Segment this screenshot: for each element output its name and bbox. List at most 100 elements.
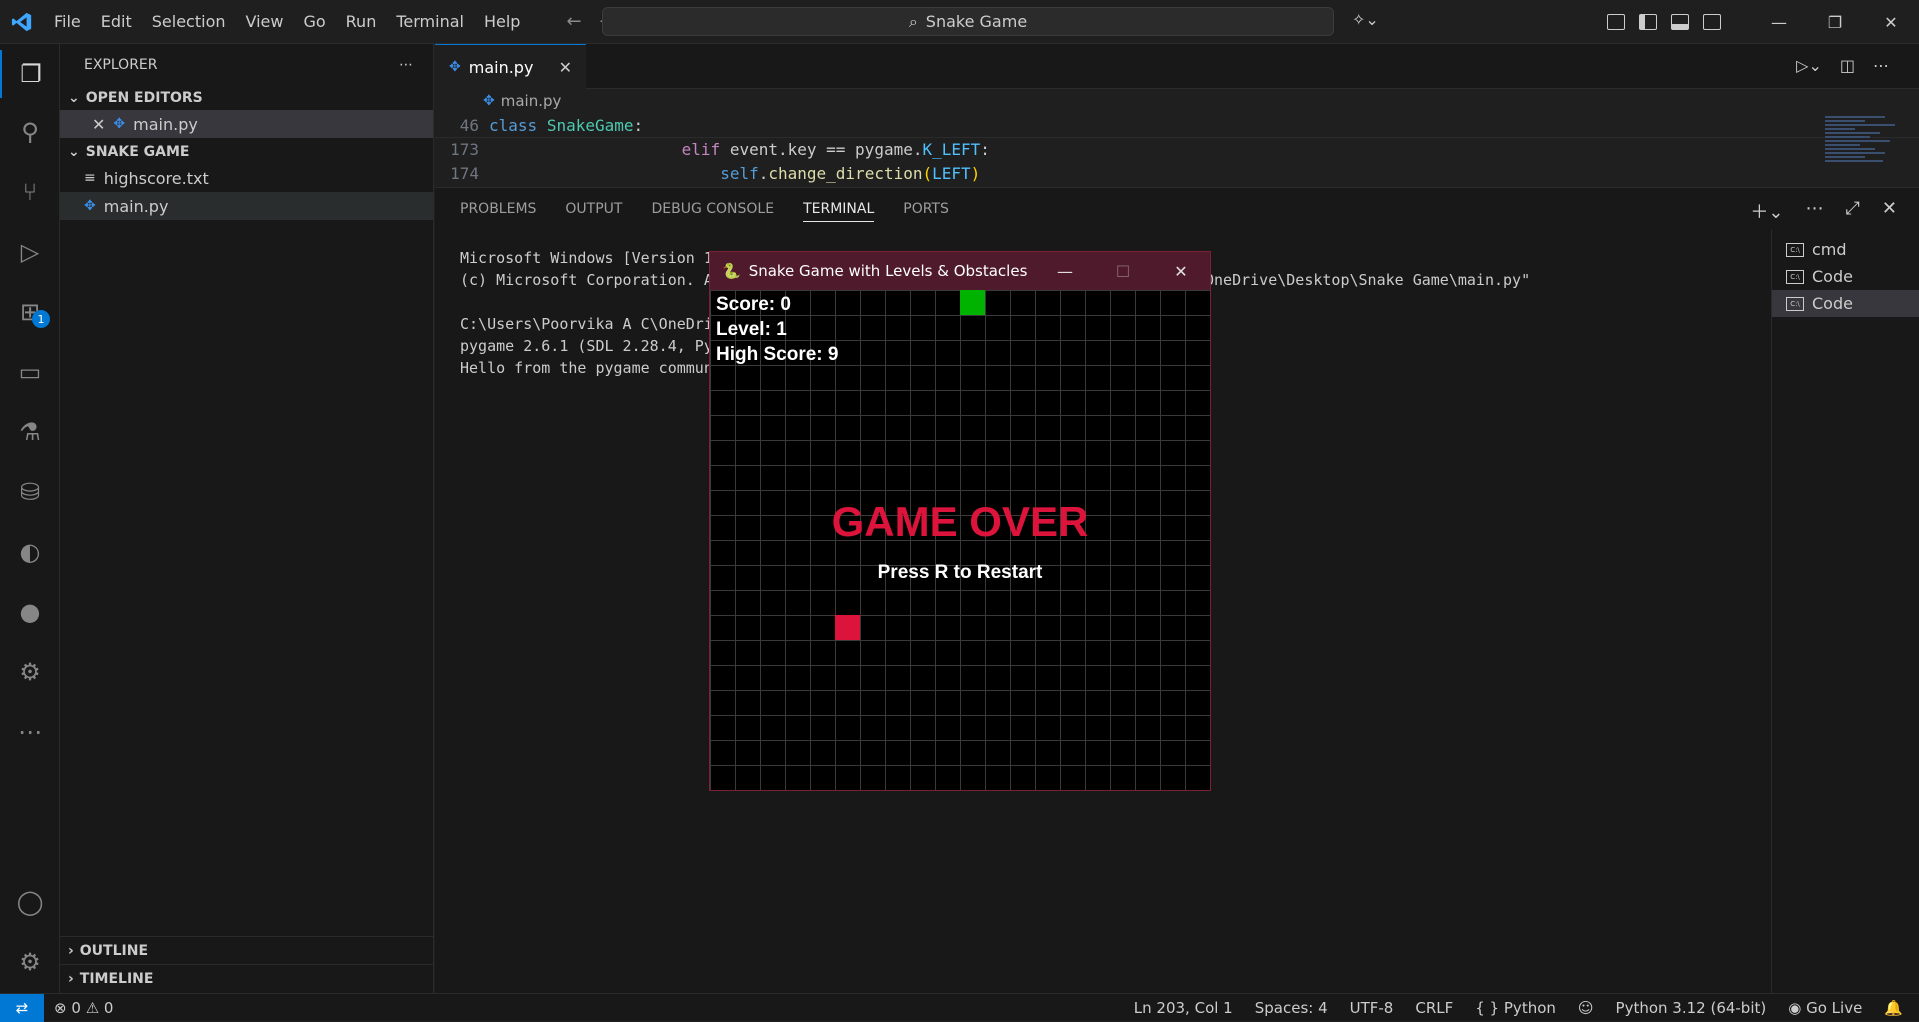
encoding[interactable]: UTF-8: [1350, 999, 1394, 1017]
pygame-maximize-button: ☐: [1115, 261, 1131, 281]
run-file-icon[interactable]: ▷⌄: [1796, 56, 1822, 75]
terminal-item-cmd[interactable]: C:\ cmd: [1772, 236, 1919, 263]
language-label: Python: [1503, 998, 1556, 1017]
more-actions-icon[interactable]: ⋯: [1806, 198, 1824, 224]
file-item-main[interactable]: ✥ main.py: [60, 192, 433, 220]
line-ending[interactable]: CRLF: [1415, 999, 1453, 1017]
toggle-secondary-sidebar-icon[interactable]: [1703, 14, 1721, 30]
menu-help[interactable]: Help: [474, 12, 530, 31]
terminal-icon: C:\: [1786, 296, 1804, 311]
close-panel-icon[interactable]: ✕: [1882, 198, 1897, 224]
go-live-button[interactable]: ◉ Go Live: [1788, 999, 1862, 1017]
more-actions-icon[interactable]: ⋯: [1873, 56, 1889, 75]
run-debug-icon[interactable]: ▷: [0, 228, 60, 276]
edge-devtools-icon[interactable]: ◐: [0, 528, 60, 576]
close-icon[interactable]: ✕: [92, 115, 105, 134]
terminal-item-code-active[interactable]: C:\ Code: [1772, 290, 1919, 317]
tab-terminal[interactable]: TERMINAL: [803, 201, 875, 222]
back-arrow-icon[interactable]: ←: [566, 11, 581, 32]
menu-edit[interactable]: Edit: [91, 12, 142, 31]
pygame-window[interactable]: 🐍 Snake Game with Levels & Obstacles — ☐…: [709, 251, 1211, 791]
game-over-text: GAME OVER: [831, 498, 1089, 545]
close-tab-icon[interactable]: ✕: [559, 58, 572, 77]
open-editor-label: main.py: [133, 114, 198, 134]
toggle-panel-icon[interactable]: [1671, 14, 1689, 30]
outline-section[interactable]: › OUTLINE: [60, 936, 434, 964]
vscode-logo-icon: [0, 0, 44, 44]
file-item-highscore[interactable]: ≡ highscore.txt: [60, 164, 433, 192]
game-canvas[interactable]: Score: 0 Level: 1 High Score: 9 GAME OVE…: [710, 290, 1210, 790]
level-label: Level: 1: [716, 319, 787, 340]
extensions-icon[interactable]: ⊞ 1: [0, 288, 60, 336]
copilot-status-icon[interactable]: ☺: [1578, 999, 1594, 1017]
folder-header[interactable]: ⌄ SNAKE GAME: [60, 140, 433, 164]
code-view[interactable]: 46 class SnakeGame: 173 elif event.key =…: [435, 113, 1919, 185]
menu-view[interactable]: View: [236, 12, 294, 31]
notifications-bell-icon[interactable]: 🔔: [1884, 999, 1903, 1017]
restore-button[interactable]: ❐: [1807, 13, 1863, 32]
source-control-icon[interactable]: ⑂: [0, 168, 60, 216]
search-icon: ⌕: [908, 11, 918, 31]
remote-explorer-icon[interactable]: ▭: [0, 348, 60, 396]
python-file-icon: ✥: [449, 59, 461, 75]
title-bar: File Edit Selection View Go Run Terminal…: [0, 0, 1919, 44]
chevron-right-icon: ›: [68, 942, 74, 959]
python-icon[interactable]: ⛁: [0, 468, 60, 516]
remote-indicator-icon[interactable]: ⇄: [0, 993, 44, 1022]
tab-debug-console[interactable]: DEBUG CONSOLE: [651, 201, 774, 217]
menu-terminal[interactable]: Terminal: [386, 12, 474, 31]
terminal-output[interactable]: Microsoft Windows [Version 1 (c) Microso…: [460, 249, 713, 381]
pygame-close-button[interactable]: ✕: [1152, 262, 1210, 281]
docker-icon[interactable]: ●: [0, 588, 60, 636]
menu-selection[interactable]: Selection: [142, 12, 236, 31]
tab-problems[interactable]: PROBLEMS: [460, 201, 536, 217]
new-terminal-icon[interactable]: ＋⌄: [1750, 198, 1783, 224]
minimize-button[interactable]: —: [1751, 13, 1807, 32]
command-center-search[interactable]: ⌕ Snake Game: [602, 7, 1334, 36]
error-icon: ⊗: [54, 998, 67, 1017]
close-window-button[interactable]: ✕: [1863, 13, 1919, 32]
customize-layout-icon[interactable]: [1607, 14, 1625, 30]
explorer-sidebar: EXPLORER ⋯ ⌄ OPEN EDITORS ✕ ✥ main.py ⌄ …: [60, 44, 434, 993]
explorer-icon[interactable]: ❐: [0, 50, 60, 98]
search-icon[interactable]: ⚲: [0, 108, 60, 156]
minimap[interactable]: [1825, 116, 1905, 184]
problems-status[interactable]: ⊗ 0 ⚠ 0: [54, 999, 113, 1017]
settings-gear-icon[interactable]: ⚙: [0, 938, 60, 986]
testing-icon[interactable]: ⚗: [0, 408, 60, 456]
tab-output[interactable]: OUTPUT: [565, 201, 622, 217]
pygame-minimize-button[interactable]: —: [1036, 262, 1094, 281]
breadcrumb: ✥ main.py: [435, 89, 1919, 113]
toggle-sidebar-icon[interactable]: [1639, 14, 1657, 30]
chip-icon[interactable]: ⚙: [0, 648, 60, 696]
cursor-position[interactable]: Ln 203, Col 1: [1134, 999, 1233, 1017]
more-icon[interactable]: ⋯: [0, 708, 60, 756]
editor-tab-main[interactable]: ✥ main.py ✕: [435, 44, 586, 89]
more-actions-icon[interactable]: ⋯: [399, 57, 413, 73]
warning-icon: ⚠: [85, 998, 100, 1017]
chevron-right-icon: ›: [68, 970, 74, 987]
python-interpreter[interactable]: Python 3.12 (64-bit): [1616, 999, 1767, 1017]
terminal-item-code[interactable]: C:\ Code: [1772, 263, 1919, 290]
open-editor-item[interactable]: ✕ ✥ main.py: [60, 110, 433, 138]
menu-file[interactable]: File: [44, 12, 91, 31]
language-mode[interactable]: { } Python: [1475, 999, 1556, 1017]
open-editors-header[interactable]: ⌄ OPEN EDITORS: [60, 86, 433, 110]
terminal-line: C:\Users\Poorvika A C\OneDri: [460, 315, 713, 333]
split-editor-icon[interactable]: ◫: [1840, 56, 1855, 75]
pygame-title-bar[interactable]: 🐍 Snake Game with Levels & Obstacles — ☐…: [710, 252, 1210, 290]
maximize-panel-icon[interactable]: ⤢: [1846, 198, 1860, 224]
account-icon[interactable]: ◯: [0, 878, 60, 926]
menu-run[interactable]: Run: [336, 12, 387, 31]
braces-icon: { }: [1475, 998, 1500, 1017]
breadcrumb-file[interactable]: main.py: [501, 92, 562, 110]
chevron-down-icon: ⌄: [68, 144, 80, 160]
indentation[interactable]: Spaces: 4: [1255, 999, 1328, 1017]
tab-ports[interactable]: PORTS: [903, 201, 949, 217]
line-number: 46: [459, 115, 479, 135]
menu-go[interactable]: Go: [293, 12, 335, 31]
timeline-section[interactable]: › TIMELINE: [60, 964, 434, 992]
terminal-item-label: Code: [1812, 267, 1853, 286]
high-score-label: High Score: 9: [716, 344, 839, 365]
copilot-icon[interactable]: ✧⌄: [1352, 10, 1379, 29]
